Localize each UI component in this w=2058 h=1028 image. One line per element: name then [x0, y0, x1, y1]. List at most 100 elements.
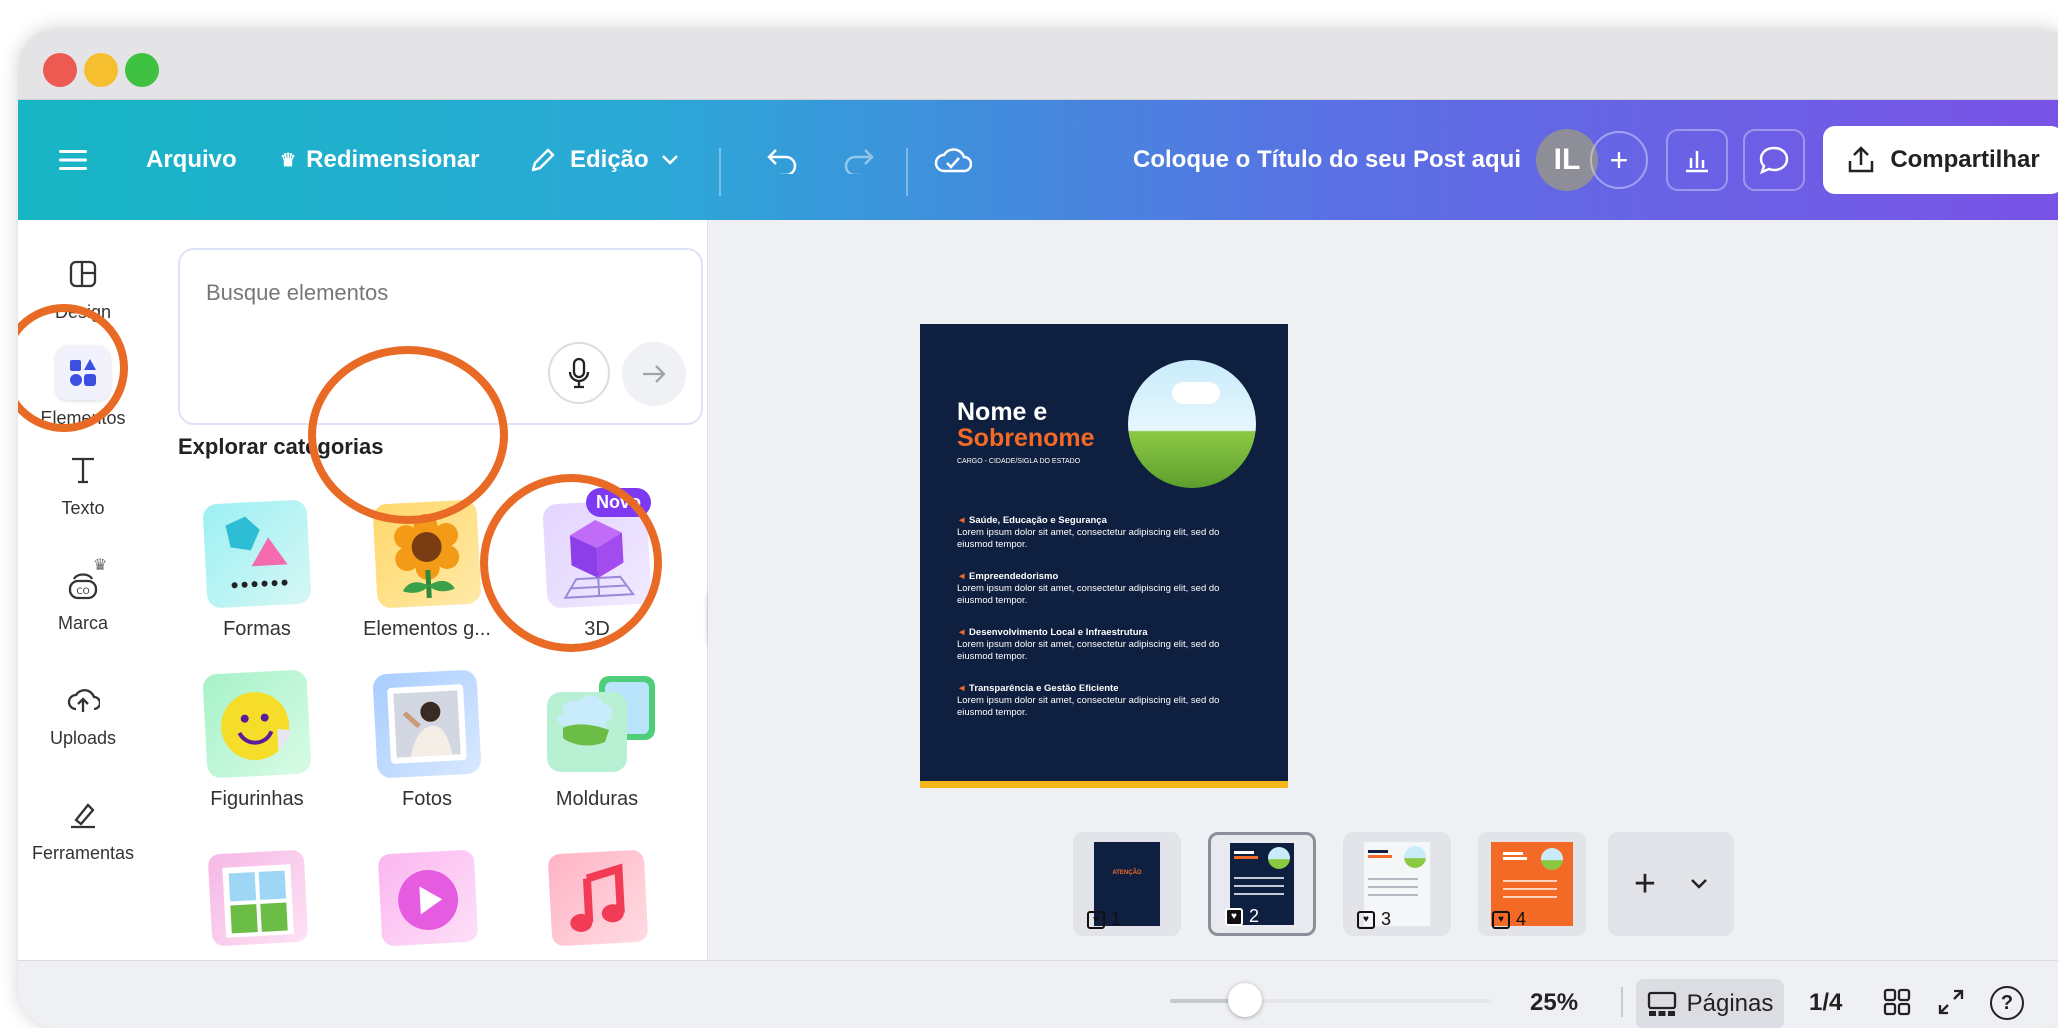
- page-name-line2[interactable]: Sobrenome: [957, 424, 1095, 453]
- category-label: Elementos g...: [363, 618, 491, 640]
- rail-label: Marca: [57, 613, 108, 633]
- heart-badge-icon: ♥: [1492, 910, 1510, 929]
- layout-icon: [69, 260, 97, 288]
- page-item[interactable]: ◄ Saúde, Educação e Segurança Lorem ipsu…: [957, 515, 1257, 551]
- category-label: Formas: [223, 618, 291, 640]
- megaphone-icon: ◄: [957, 627, 970, 638]
- share-upload-icon: [1849, 146, 1874, 173]
- page-photo-frame[interactable]: [1128, 360, 1256, 488]
- plus-icon: +: [1609, 142, 1629, 178]
- zoom-slider[interactable]: [1170, 983, 1492, 1017]
- heart-badge-icon: ♥: [1357, 910, 1375, 929]
- file-menu-button[interactable]: Arquivo: [146, 100, 237, 220]
- category-frames[interactable]: Molduras: [522, 672, 672, 811]
- resize-button[interactable]: ♛ Redimensionar: [280, 100, 480, 220]
- page-item[interactable]: ◄ Empreendedorismo Lorem ipsum dolor sit…: [957, 571, 1257, 607]
- category-collage[interactable]: [207, 849, 309, 947]
- play-video-icon: [398, 869, 459, 930]
- pen-tool-icon: [71, 803, 95, 829]
- category-stickers[interactable]: Figurinhas: [182, 669, 332, 811]
- maximize-window-button[interactable]: [125, 53, 159, 87]
- comments-button[interactable]: [1743, 129, 1805, 191]
- rail-item-uploads[interactable]: Uploads: [18, 680, 148, 749]
- grid-view-button[interactable]: [1882, 987, 1912, 1022]
- edit-label: Edição: [570, 146, 649, 173]
- cloud-check-icon: [934, 148, 972, 173]
- text-icon: [72, 457, 94, 484]
- zoom-track: [1170, 999, 1492, 1003]
- voice-search-button[interactable]: [548, 342, 610, 404]
- chevron-down-icon: [661, 155, 678, 165]
- page-name-line1[interactable]: Nome e: [957, 398, 1047, 427]
- main-menu-button[interactable]: [48, 100, 98, 220]
- bottom-bar: 25% Páginas 1/4 ?: [18, 960, 2058, 1028]
- category-audio[interactable]: [547, 849, 649, 947]
- app-window: Arquivo ♛ Redimensionar Edição Coloque o…: [18, 28, 2058, 1028]
- rail-item-text[interactable]: Texto: [18, 450, 148, 519]
- music-note-icon: [570, 863, 625, 932]
- cloud-shape: [1172, 382, 1220, 404]
- zoom-value[interactable]: 25%: [1530, 989, 1578, 1017]
- undo-icon: [767, 149, 797, 174]
- page-item-title: Desenvolvimento Local e Infraestrutura: [969, 627, 1148, 638]
- category-photos[interactable]: Fotos: [352, 669, 502, 811]
- zoom-thumb[interactable]: [1228, 983, 1262, 1017]
- page-thumbnail-3[interactable]: ♥ 3: [1343, 832, 1451, 936]
- page-item[interactable]: ◄ Transparência e Gestão Eficiente Lorem…: [957, 683, 1257, 719]
- heart-badge-icon: ♥: [1087, 910, 1105, 929]
- invite-button[interactable]: +: [1590, 131, 1648, 189]
- editor-toolbar: Arquivo ♛ Redimensionar Edição Coloque o…: [18, 100, 2058, 220]
- megaphone-icon: ◄: [957, 571, 970, 582]
- shapes-category-icon: [225, 516, 288, 589]
- page-thumbnail-2[interactable]: ♥ 2: [1208, 832, 1316, 936]
- design-title[interactable]: Coloque o Título do seu Post aqui: [1133, 100, 1521, 220]
- edit-mode-button[interactable]: Edição: [528, 100, 679, 220]
- microphone-icon: [568, 357, 590, 389]
- page-bottom-stripe: [920, 781, 1288, 788]
- add-page-button[interactable]: +: [1608, 832, 1734, 936]
- frame-landscape-icon: [547, 676, 655, 772]
- design-page[interactable]: Nome e Sobrenome CARGO - CIDADE/SIGLA DO…: [920, 324, 1288, 788]
- collage-icon: [222, 864, 294, 938]
- cloud-upload-icon: [67, 689, 100, 712]
- page-counter[interactable]: 1/4: [1809, 989, 1842, 1017]
- page-subtitle[interactable]: CARGO - CIDADE/SIGLA DO ESTADO: [957, 458, 1080, 465]
- hamburger-icon: [59, 150, 87, 170]
- fullscreen-button[interactable]: [1936, 987, 1966, 1022]
- chevron-down-icon: [1691, 879, 1707, 889]
- megaphone-icon: ◄: [957, 683, 970, 694]
- megaphone-icon: ◄: [957, 515, 970, 526]
- rail-item-brand[interactable]: ♛ CO Marca: [18, 557, 148, 634]
- rail-item-tools[interactable]: Ferramentas: [18, 795, 148, 864]
- search-submit-button[interactable]: [622, 342, 686, 406]
- undo-button[interactable]: [758, 100, 808, 220]
- pages-label: Páginas: [1686, 990, 1774, 1017]
- close-window-button[interactable]: [43, 53, 77, 87]
- help-button[interactable]: ?: [1990, 986, 2024, 1020]
- page-item-text: Lorem ipsum dolor sit amet, consectetur …: [957, 695, 1220, 719]
- comment-icon: [1759, 146, 1789, 175]
- insights-button[interactable]: [1666, 129, 1728, 191]
- minimize-window-button[interactable]: [84, 53, 118, 87]
- category-videos[interactable]: [377, 849, 479, 947]
- save-status-button[interactable]: [928, 100, 978, 220]
- share-button[interactable]: Compartilhar: [1823, 126, 2058, 194]
- category-label: Molduras: [555, 788, 639, 810]
- page-thumbnail-4[interactable]: ♥ 4: [1478, 832, 1586, 936]
- svg-text:CO: CO: [76, 587, 89, 597]
- thumbnail-number: 2: [1249, 906, 1260, 926]
- category-shapes[interactable]: Formas: [182, 499, 332, 641]
- avatar[interactable]: IL: [1536, 129, 1598, 191]
- redo-button[interactable]: [833, 100, 883, 220]
- plus-icon: +: [1633, 863, 1657, 905]
- page-thumbnail-1[interactable]: ATENÇÃO ♥ 1: [1073, 832, 1181, 936]
- pages-button[interactable]: Páginas: [1636, 979, 1784, 1028]
- heart-badge-icon: ♥: [1225, 907, 1243, 926]
- search-input[interactable]: Busque elementos: [206, 280, 388, 306]
- category-label: Fotos: [401, 788, 453, 810]
- expand-icon: [1938, 989, 1964, 1015]
- bar-chart-icon: [1686, 151, 1708, 173]
- page-item-title: Empreendedorismo: [969, 571, 1059, 582]
- page-item-title: Transparência e Gestão Eficiente: [969, 683, 1119, 694]
- page-item[interactable]: ◄ Desenvolvimento Local e Infraestrutura…: [957, 627, 1257, 663]
